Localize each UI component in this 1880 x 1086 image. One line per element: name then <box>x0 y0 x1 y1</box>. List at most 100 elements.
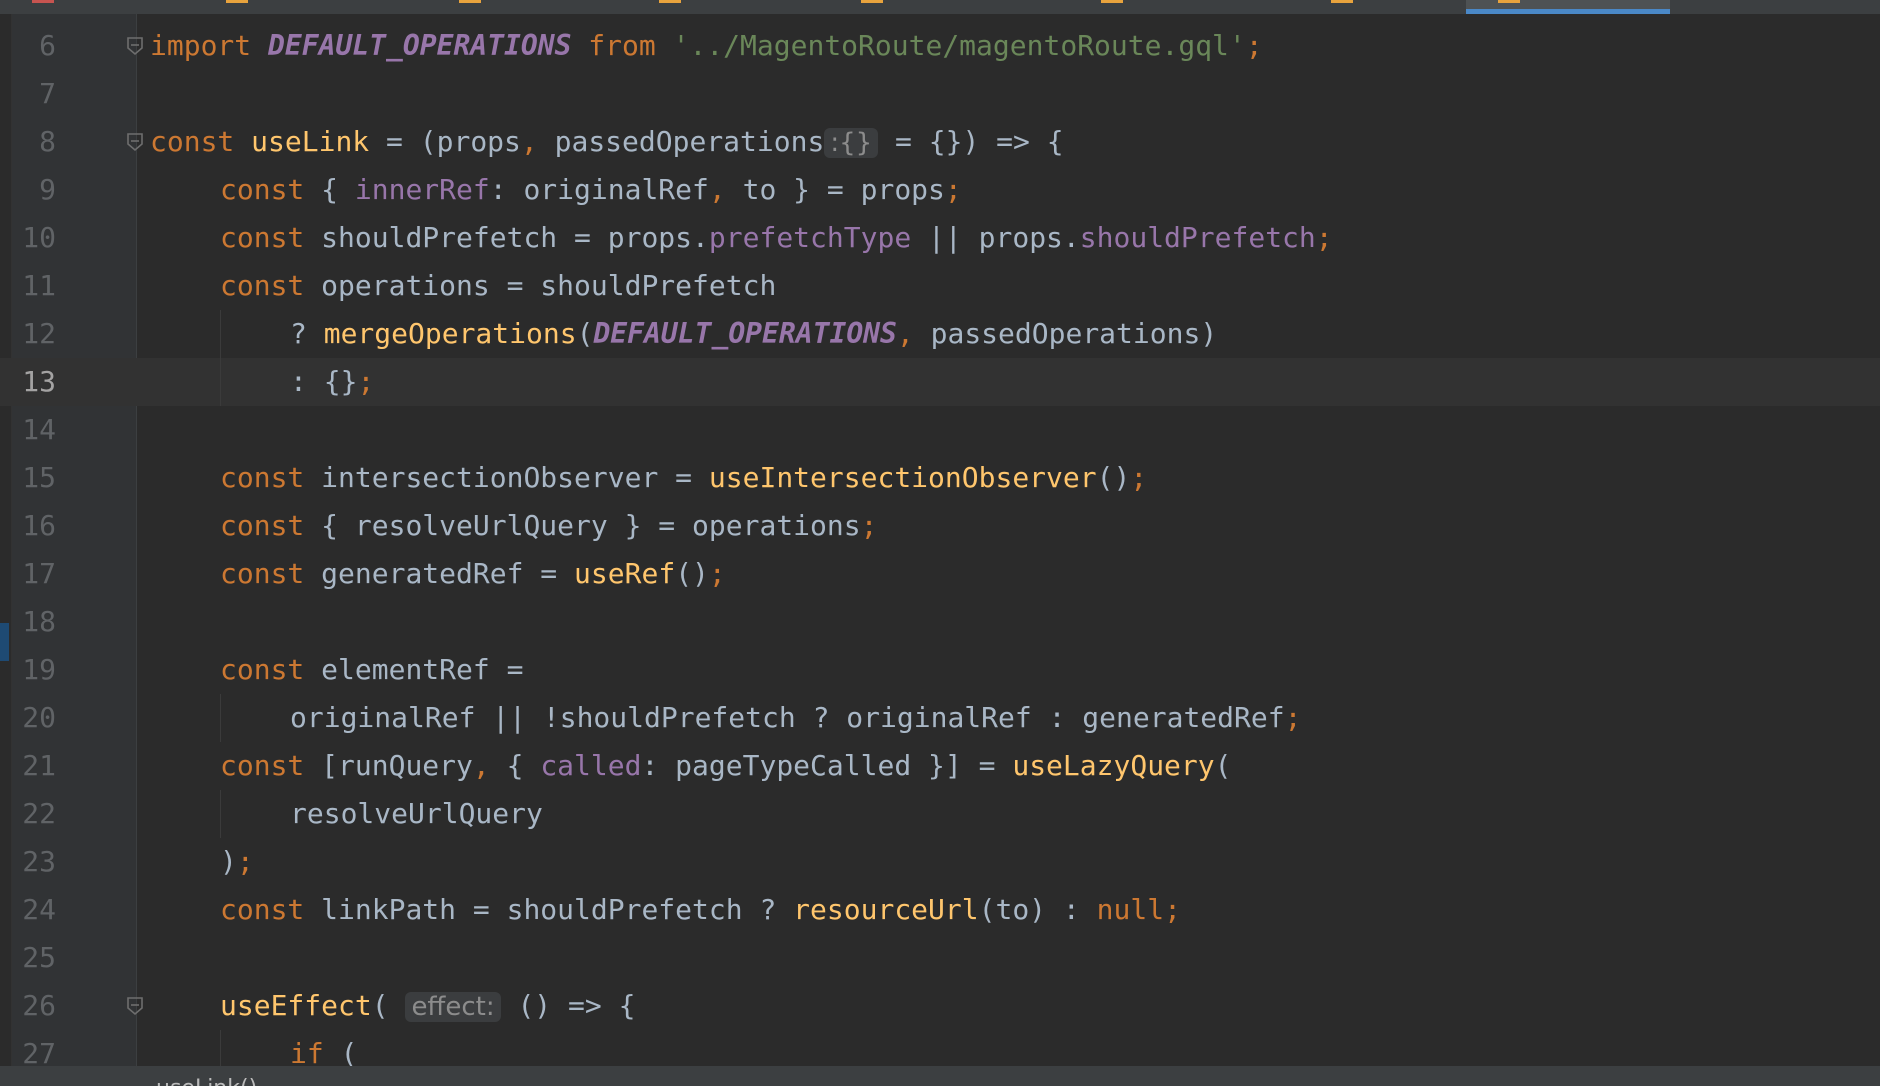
indent-guide <box>220 310 221 358</box>
code-line[interactable]: 24 const linkPath = shouldPrefetch ? reso… <box>0 886 1880 934</box>
editor-tab[interactable] <box>1097 0 1137 14</box>
line-number[interactable]: 10 <box>12 214 56 262</box>
code-line[interactable]: 16 const { resolveUrlQuery } = operations… <box>0 502 1880 550</box>
indent-guide <box>220 790 221 838</box>
code-token: (to) : <box>978 893 1097 926</box>
code-line[interactable]: 22 resolveUrlQuery <box>0 790 1880 838</box>
breadcrumb[interactable]: useLink() <box>156 1076 257 1086</box>
code-token: const <box>220 173 322 206</box>
line-number[interactable]: 26 <box>12 982 56 1030</box>
code-line[interactable]: 19 const elementRef = <box>0 646 1880 694</box>
code-text[interactable]: const linkPath = shouldPrefetch ? resour… <box>220 886 1181 934</box>
code-line[interactable]: 7 <box>0 70 1880 118</box>
code-token: import <box>150 29 269 62</box>
code-token: ; <box>860 509 878 542</box>
code-line[interactable]: 12 ? mergeOperations(DEFAULT_OPERATIONS, … <box>0 310 1880 358</box>
code-line[interactable]: 26 useEffect( effect: () => { <box>0 982 1880 1030</box>
code-line[interactable]: 9 const { innerRef: originalRef, to } = p… <box>0 166 1880 214</box>
line-number[interactable]: 15 <box>12 454 56 502</box>
file-icon <box>32 0 54 3</box>
code-token: resourceUrl <box>793 893 979 926</box>
line-number[interactable]: 14 <box>12 406 56 454</box>
code-line[interactable]: 11 const operations = shouldPrefetch <box>0 262 1880 310</box>
code-text[interactable]: useEffect( effect: () => { <box>220 982 635 1031</box>
parameter-hint: effect: <box>405 992 501 1022</box>
line-number[interactable]: 24 <box>12 886 56 934</box>
code-token: operations = shouldPrefetch <box>321 269 777 302</box>
code-text[interactable]: const generatedRef = useRef(); <box>220 550 726 598</box>
editor-tab-bar <box>0 0 1880 14</box>
code-text[interactable]: resolveUrlQuery <box>290 790 543 838</box>
code-line[interactable]: 17 const generatedRef = useRef(); <box>0 550 1880 598</box>
parameter-hint: :{} <box>824 128 879 158</box>
code-token: = (props <box>369 125 521 158</box>
code-line[interactable]: 8 const useLink = (props, passedOperation… <box>0 118 1880 166</box>
code-token: , <box>896 317 931 350</box>
code-token: ; <box>236 845 254 878</box>
line-number[interactable]: 8 <box>12 118 56 166</box>
editor-tab[interactable] <box>455 0 495 14</box>
code-token: , <box>520 125 555 158</box>
editor-tab[interactable] <box>655 0 695 14</box>
code-line[interactable]: 15 const intersectionObserver = useInters… <box>0 454 1880 502</box>
editor-tab[interactable] <box>222 0 262 14</box>
code-token: { <box>506 749 541 782</box>
code-token: , <box>708 173 743 206</box>
line-number[interactable]: 17 <box>12 550 56 598</box>
code-token: const <box>220 653 322 686</box>
code-token: '../MagentoRoute/magentoRoute.gql' <box>672 29 1246 62</box>
code-line[interactable]: 14 <box>0 406 1880 454</box>
code-text[interactable]: import DEFAULT_OPERATIONS from '../Magen… <box>150 22 1263 70</box>
fold-marker-icon[interactable] <box>126 996 144 1016</box>
code-line[interactable]: 21 const [runQuery, { called: pageTypeCal… <box>0 742 1880 790</box>
editor-tab-active[interactable] <box>1466 0 1670 14</box>
code-line[interactable]: 18 <box>0 598 1880 646</box>
code-text[interactable]: const operations = shouldPrefetch <box>220 262 776 310</box>
fold-marker-icon[interactable] <box>126 132 144 152</box>
code-line[interactable]: 10 const shouldPrefetch = props.prefetchT… <box>0 214 1880 262</box>
code-token: resolveUrlQuery <box>290 797 543 830</box>
code-token: useRef <box>574 557 676 590</box>
code-line[interactable]: 23); <box>0 838 1880 886</box>
line-number[interactable]: 12 <box>12 310 56 358</box>
line-number[interactable]: 23 <box>12 838 56 886</box>
code-line[interactable]: 20 originalRef || !shouldPrefetch ? origi… <box>0 694 1880 742</box>
code-editor[interactable]: 6 import DEFAULT_OPERATIONS from '../Mage… <box>0 14 1880 1078</box>
code-token: const <box>220 557 322 590</box>
line-number[interactable]: 19 <box>12 646 56 694</box>
code-text[interactable]: const shouldPrefetch = props.prefetchTyp… <box>220 214 1333 262</box>
code-text[interactable]: const elementRef = <box>220 646 523 694</box>
code-line[interactable]: 25 <box>0 934 1880 982</box>
editor-tab[interactable] <box>1327 0 1367 14</box>
code-token: () <box>675 557 709 590</box>
line-number[interactable]: 11 <box>12 262 56 310</box>
code-text[interactable]: ); <box>220 838 254 886</box>
code-line[interactable]: 13 : {}; <box>0 358 1880 406</box>
code-token: ; <box>1284 701 1302 734</box>
code-token: originalRef || !shouldPrefetch ? origina… <box>290 701 1285 734</box>
code-text[interactable]: originalRef || !shouldPrefetch ? origina… <box>290 694 1301 742</box>
line-number[interactable]: 16 <box>12 502 56 550</box>
code-text[interactable]: const { resolveUrlQuery } = operations; <box>220 502 877 550</box>
line-number[interactable]: 9 <box>12 166 56 214</box>
code-token: useEffect <box>220 989 372 1022</box>
code-token: [runQuery <box>321 749 473 782</box>
code-text[interactable]: const { innerRef: originalRef, to } = pr… <box>220 166 962 214</box>
line-number[interactable]: 20 <box>12 694 56 742</box>
line-number[interactable]: 7 <box>12 70 56 118</box>
line-number[interactable]: 25 <box>12 934 56 982</box>
fold-marker-icon[interactable] <box>126 36 144 56</box>
code-text[interactable]: const useLink = (props, passedOperations… <box>150 118 1064 167</box>
code-text[interactable]: : {}; <box>290 358 374 406</box>
editor-tab[interactable] <box>857 0 897 14</box>
code-text[interactable]: const intersectionObserver = useIntersec… <box>220 454 1147 502</box>
line-number[interactable]: 13 <box>12 358 56 406</box>
line-number[interactable]: 18 <box>12 598 56 646</box>
line-number[interactable]: 22 <box>12 790 56 838</box>
line-number[interactable]: 21 <box>12 742 56 790</box>
editor-tab[interactable] <box>28 0 68 14</box>
line-number[interactable]: 6 <box>12 22 56 70</box>
code-text[interactable]: const [runQuery, { called: pageTypeCalle… <box>220 742 1232 790</box>
code-line[interactable]: 6 import DEFAULT_OPERATIONS from '../Mage… <box>0 22 1880 70</box>
code-text[interactable]: ? mergeOperations(DEFAULT_OPERATIONS, pa… <box>290 310 1217 358</box>
